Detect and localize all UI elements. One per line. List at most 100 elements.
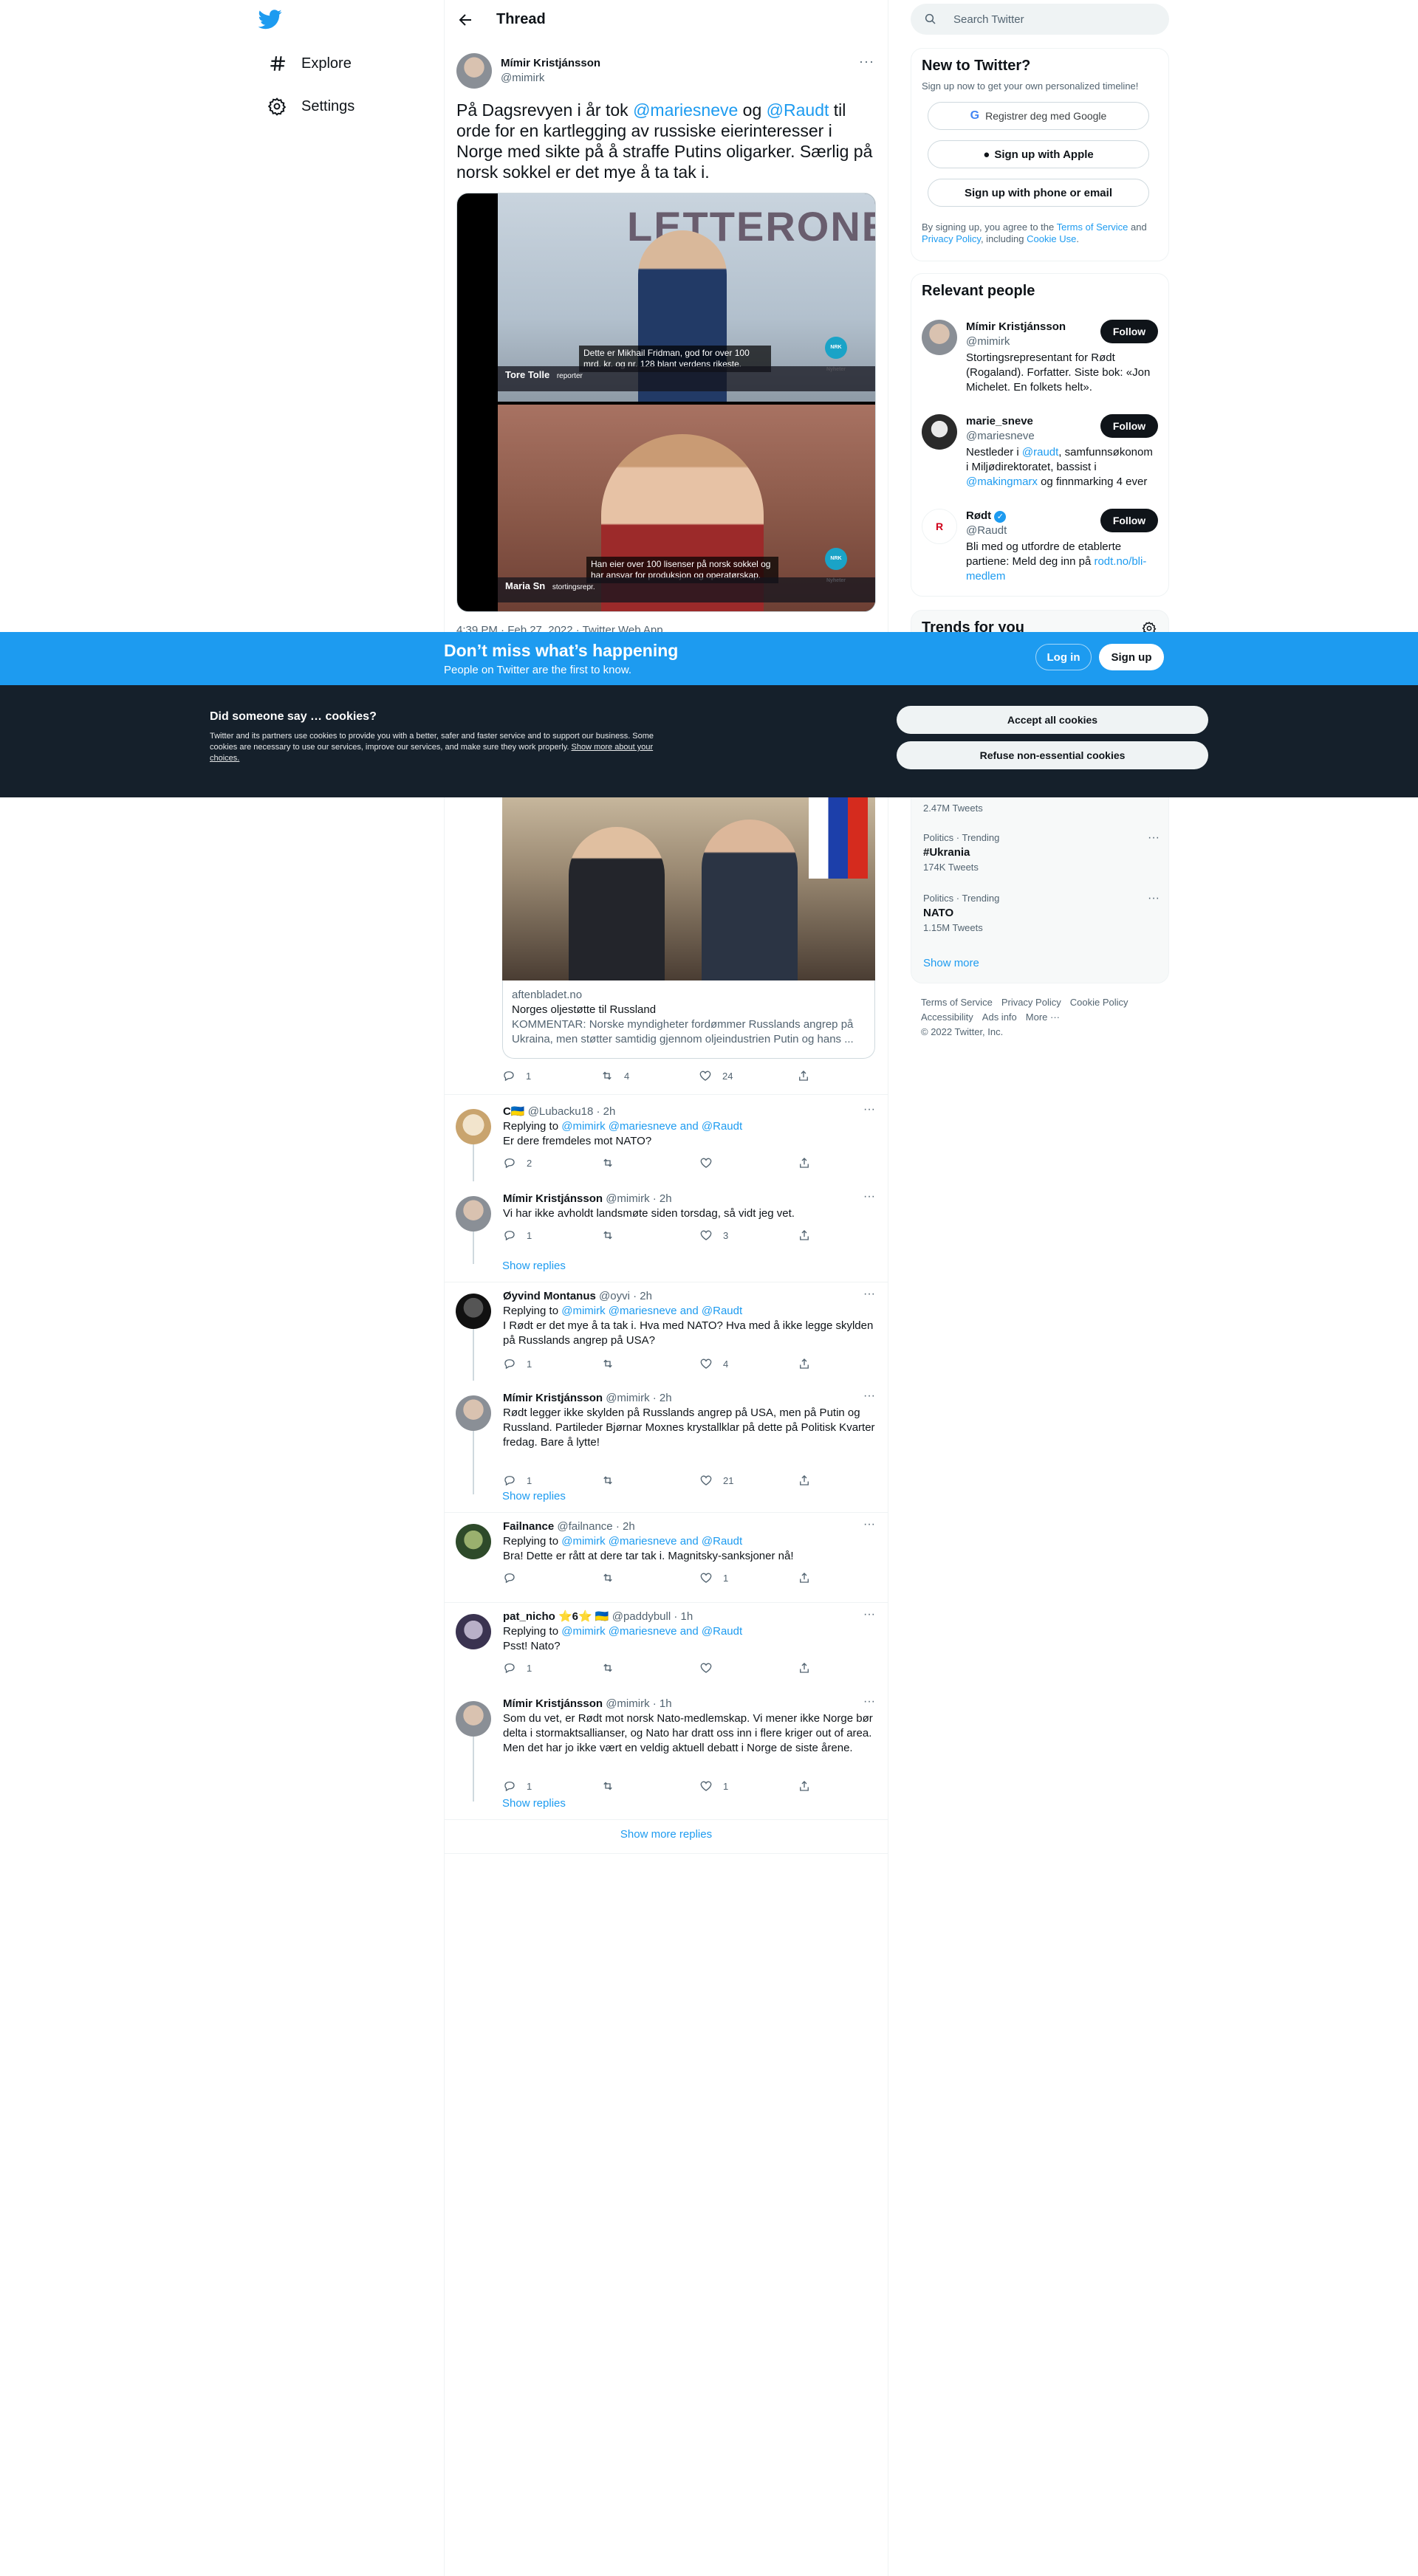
reply-button[interactable]: 1: [503, 1229, 601, 1242]
back-arrow-icon[interactable]: [456, 11, 474, 29]
share-button[interactable]: [797, 1069, 895, 1082]
avatar[interactable]: [456, 1109, 491, 1144]
avatar[interactable]: [456, 1614, 491, 1649]
like-button[interactable]: 21: [699, 1474, 798, 1487]
avatar[interactable]: [456, 1395, 491, 1431]
tweet-video[interactable]: LETTERONE Dette er Mikhail Fridman, god …: [456, 193, 876, 612]
cookie-use-link[interactable]: Cookie Use: [1027, 233, 1076, 244]
show-more-trends-link[interactable]: Show more: [923, 956, 1160, 971]
phone-signup-button[interactable]: Sign up with phone or email: [928, 179, 1149, 207]
retweet-button[interactable]: [601, 1156, 699, 1169]
more-icon[interactable]: ···: [863, 1190, 875, 1203]
reply-author-handle[interactable]: @Lubacku18 · 2h: [528, 1105, 616, 1118]
reply-author-handle[interactable]: @mimirk · 2h: [606, 1392, 671, 1404]
link-card-image[interactable]: [502, 797, 875, 980]
mention-link[interactable]: @Raudt: [767, 100, 829, 120]
more-icon[interactable]: ···: [863, 1103, 875, 1116]
reply-button[interactable]: 1: [503, 1474, 601, 1487]
retweet-button[interactable]: [601, 1229, 699, 1242]
nav-explore[interactable]: Explore: [260, 44, 359, 83]
reply-button[interactable]: 1: [503, 1357, 601, 1370]
mention-link[interactable]: @mariesneve: [633, 100, 738, 120]
person-card[interactable]: R Rødt ✓ @Raudt Follow Bli med og utford…: [922, 509, 1158, 583]
avatar[interactable]: [456, 1701, 491, 1737]
bio-link[interactable]: @makingmarx: [966, 475, 1038, 488]
footer-link[interactable]: Accessibility: [921, 1011, 973, 1023]
show-replies-link[interactable]: Show replies: [502, 1260, 566, 1272]
author-name[interactable]: Mímir Kristjánsson: [501, 56, 600, 71]
share-button[interactable]: [798, 1156, 896, 1169]
accept-cookies-button[interactable]: Accept all cookies: [897, 706, 1208, 734]
reply-author-name[interactable]: Failnance: [503, 1520, 554, 1533]
share-button[interactable]: [798, 1779, 896, 1793]
retweet-button[interactable]: [601, 1661, 699, 1675]
like-button[interactable]: 1: [699, 1779, 798, 1793]
retweet-button[interactable]: 4: [600, 1069, 699, 1082]
reply-author-name[interactable]: Mímir Kristjánsson: [503, 1192, 603, 1205]
link-card[interactable]: aftenbladet.no Norges oljestøtte til Rus…: [502, 980, 875, 1059]
replying-to-link[interactable]: @mimirk @mariesneve and @Raudt: [561, 1305, 742, 1317]
footer-link[interactable]: Privacy Policy: [1001, 997, 1061, 1008]
follow-button[interactable]: Follow: [1100, 509, 1158, 532]
share-button[interactable]: [798, 1357, 896, 1370]
more-icon[interactable]: ···: [1148, 831, 1160, 845]
privacy-link[interactable]: Privacy Policy: [922, 233, 981, 244]
reply-button[interactable]: 2: [503, 1156, 601, 1169]
retweet-button[interactable]: [601, 1779, 699, 1793]
trend-item[interactable]: Politics · Trending NATO 1.15M Tweets ··…: [923, 891, 1160, 935]
footer-link[interactable]: More ···: [1026, 1011, 1060, 1023]
like-button[interactable]: [699, 1156, 798, 1169]
avatar[interactable]: [456, 1196, 491, 1232]
reply-author-handle[interactable]: @mimirk · 2h: [606, 1192, 671, 1205]
reply-author-handle[interactable]: @paddybull · 1h: [612, 1610, 693, 1623]
more-icon[interactable]: ···: [859, 54, 874, 69]
avatar[interactable]: [456, 1294, 491, 1329]
share-button[interactable]: [798, 1229, 896, 1242]
replying-to-link[interactable]: @mimirk @mariesneve and @Raudt: [561, 1625, 742, 1638]
follow-button[interactable]: Follow: [1100, 320, 1158, 343]
more-icon[interactable]: ···: [863, 1608, 875, 1621]
reply-button[interactable]: [503, 1571, 601, 1584]
footer-link[interactable]: Ads info: [982, 1011, 1017, 1023]
reply-button[interactable]: 1: [502, 1069, 600, 1082]
reply-author-handle[interactable]: @mimirk · 1h: [606, 1697, 671, 1710]
reply-button[interactable]: 1: [503, 1779, 601, 1793]
retweet-button[interactable]: [601, 1571, 699, 1584]
footer-link[interactable]: Cookie Policy: [1070, 997, 1128, 1008]
footer-link[interactable]: Terms of Service: [921, 997, 993, 1008]
more-icon[interactable]: ···: [863, 1390, 875, 1403]
trend-item[interactable]: 2.47M Tweets: [923, 801, 1160, 816]
person-card[interactable]: marie_sneve @mariesneve Follow Nestleder…: [922, 414, 1158, 495]
share-button[interactable]: [798, 1474, 896, 1487]
reply-author-name[interactable]: Mímir Kristjánsson: [503, 1697, 603, 1710]
retweet-button[interactable]: [601, 1357, 699, 1370]
like-button[interactable]: 24: [699, 1069, 797, 1082]
like-button[interactable]: 3: [699, 1229, 798, 1242]
avatar[interactable]: [456, 53, 492, 89]
share-button[interactable]: [798, 1661, 896, 1675]
more-icon[interactable]: ···: [863, 1518, 875, 1531]
share-button[interactable]: [798, 1571, 896, 1584]
avatar[interactable]: [456, 1524, 491, 1559]
more-icon[interactable]: ···: [1148, 891, 1160, 906]
more-icon[interactable]: ···: [863, 1695, 875, 1708]
search-input[interactable]: Search Twitter: [911, 4, 1169, 35]
reply-author-name[interactable]: pat_nicho ⭐6⭐ 🇺🇦: [503, 1610, 609, 1623]
person-card[interactable]: Mímir Kristjánsson @mimirk Follow Storti…: [922, 320, 1158, 401]
reply-author-name[interactable]: C🇺🇦: [503, 1105, 525, 1118]
like-button[interactable]: [699, 1661, 798, 1675]
show-replies-link[interactable]: Show replies: [502, 1490, 566, 1502]
more-icon[interactable]: ···: [863, 1288, 875, 1301]
reply-author-name[interactable]: Øyvind Montanus: [503, 1290, 596, 1302]
show-replies-link[interactable]: Show replies: [502, 1797, 566, 1810]
trend-item[interactable]: Politics · Trending #Ukrania 174K Tweets…: [923, 831, 1160, 875]
like-button[interactable]: 4: [699, 1357, 798, 1370]
nav-settings[interactable]: Settings: [260, 87, 362, 126]
login-button[interactable]: Log in: [1035, 644, 1092, 670]
apple-signup-button[interactable]: ● Sign up with Apple: [928, 140, 1149, 168]
reply-button[interactable]: 1: [503, 1661, 601, 1675]
bio-link[interactable]: @raudt: [1022, 446, 1058, 458]
signup-button[interactable]: Sign up: [1099, 644, 1164, 670]
replying-to-link[interactable]: @mimirk @mariesneve and @Raudt: [561, 1120, 742, 1133]
like-button[interactable]: 1: [699, 1571, 798, 1584]
